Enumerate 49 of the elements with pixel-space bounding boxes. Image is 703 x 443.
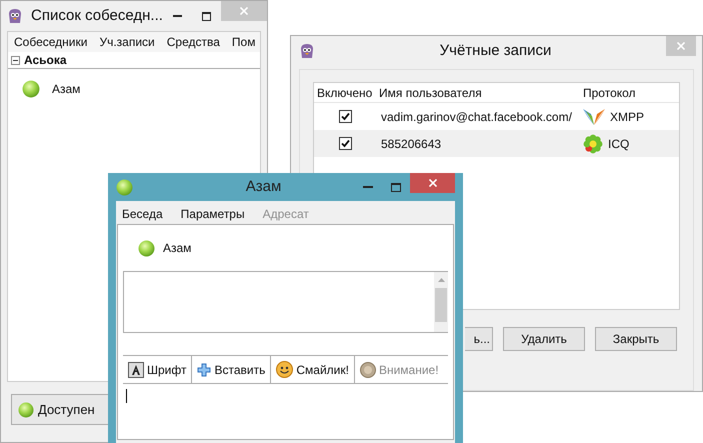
- orb-icon: [360, 362, 376, 378]
- table-cell-text: 585206643: [380, 136, 442, 152]
- column-header[interactable]: Имя пользователя: [376, 84, 580, 102]
- close-icon: [428, 179, 436, 187]
- status-button[interactable]: Доступен: [11, 394, 109, 425]
- toolbar-button[interactable]: Шрифт: [123, 356, 192, 383]
- menu-item[interactable]: Пом: [232, 33, 256, 51]
- online-status-icon: [18, 402, 34, 418]
- bowtie-icon: [582, 108, 606, 126]
- buddy-name[interactable]: Азам: [52, 80, 80, 98]
- table-cell-text: ICQ: [608, 136, 630, 152]
- column-header[interactable]: Включено: [314, 84, 376, 102]
- plus-icon: [197, 362, 212, 376]
- menu-item[interactable]: Беседа: [122, 205, 163, 223]
- close-icon: [677, 42, 685, 50]
- online-status-icon: [22, 80, 40, 98]
- online-status-icon: [138, 240, 155, 256]
- table-cell-text: vadim.garinov@chat.facebook.com/: [380, 108, 573, 126]
- menu-item[interactable]: Уч.записи: [99, 33, 155, 51]
- bird-icon: [7, 8, 23, 24]
- menu-item[interactable]: Средства: [166, 33, 220, 51]
- window-title: Список собеседн...: [31, 6, 163, 26]
- dialog-button[interactable]: Закрыть: [595, 327, 677, 351]
- checkbox[interactable]: [338, 137, 352, 150]
- flower-icon: [582, 134, 604, 154]
- toolbar-button[interactable]: Смайлик!: [270, 356, 354, 383]
- maximize-icon[interactable]: [391, 182, 401, 192]
- letter-a-icon: [128, 362, 144, 378]
- maximize-icon[interactable]: [202, 12, 211, 20]
- collapse-icon[interactable]: [11, 56, 20, 64]
- dialog-button[interactable]: Удалить: [503, 327, 585, 351]
- dialog-button[interactable]: ь...: [465, 327, 493, 351]
- scrollbar[interactable]: [434, 272, 448, 332]
- online-status-icon: [116, 178, 133, 196]
- window-title: Азам: [244, 176, 282, 197]
- smiley-icon: [276, 361, 294, 378]
- window-title: Учётные записи: [438, 40, 552, 61]
- close-icon: [240, 7, 248, 15]
- toolbar-button[interactable]: Вставить: [191, 356, 270, 383]
- group-name: Асьока: [24, 52, 67, 69]
- contact-name: Азам: [163, 240, 192, 257]
- close-button[interactable]: [410, 173, 455, 193]
- table-cell-text: XMPP: [610, 108, 644, 126]
- minimize-icon[interactable]: [172, 15, 182, 17]
- menu-item[interactable]: Собеседники: [14, 33, 88, 51]
- bird-icon: [299, 43, 315, 59]
- column-header[interactable]: Протокол: [580, 84, 679, 102]
- menu-item[interactable]: Параметры: [180, 205, 245, 223]
- checkbox[interactable]: [338, 110, 352, 123]
